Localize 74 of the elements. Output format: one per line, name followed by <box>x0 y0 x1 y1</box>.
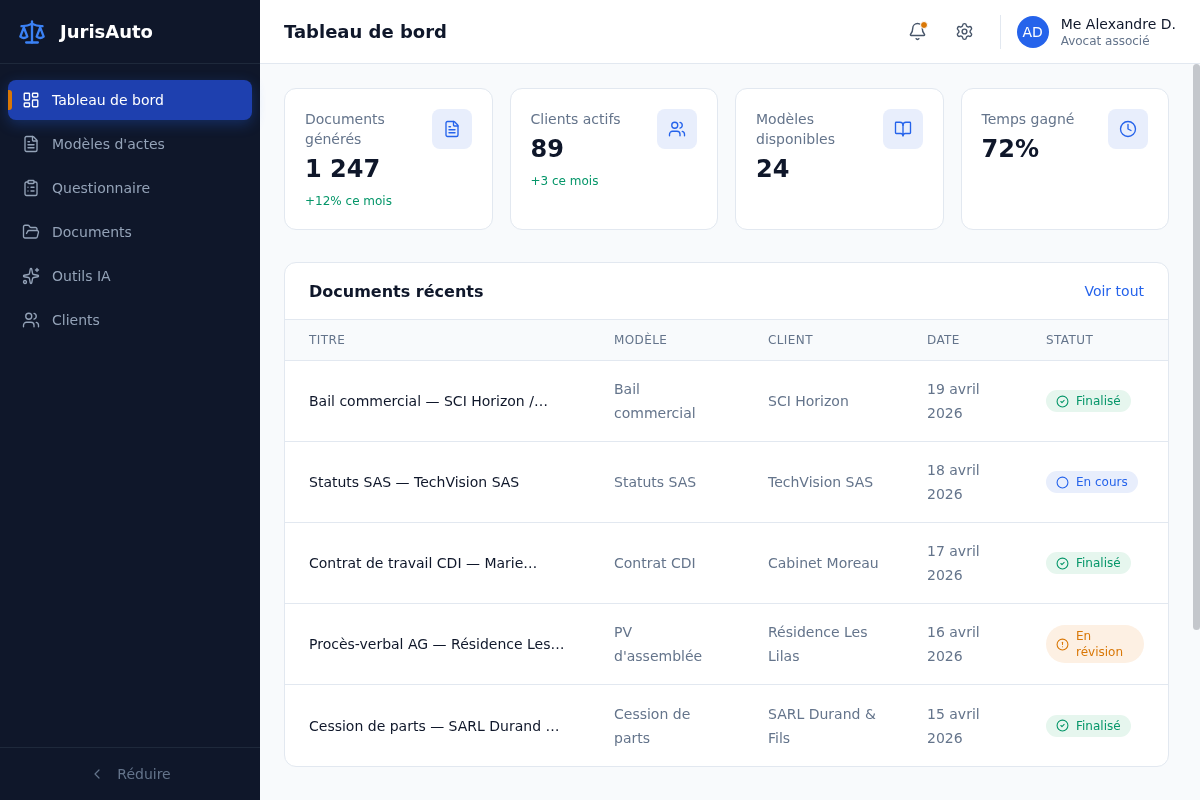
circle-icon <box>1056 475 1069 489</box>
status-badge: En cours <box>1046 471 1138 493</box>
check-circle-icon <box>1056 394 1069 408</box>
column-header: DATE <box>926 333 961 347</box>
book-icon <box>882 109 923 149</box>
clock-icon <box>1108 109 1148 149</box>
table-cell-text: 17 avril 2026 <box>926 542 981 585</box>
folder-icon <box>22 223 40 241</box>
nav-item[interactable]: Clients <box>8 300 252 340</box>
stat-label: Modèles disponibles <box>756 110 836 149</box>
view-all-link[interactable]: Voir tout <box>1084 283 1144 299</box>
table-cell-text: 18 avril 2026 <box>926 461 981 504</box>
table-cell-text: Procès-verbal AG — Résidence Les… <box>308 635 566 654</box>
bell-icon <box>908 22 928 41</box>
stat-change: +3 ce mois <box>530 173 600 189</box>
table-cell-text: Statuts SAS <box>613 473 698 492</box>
column-header: TITRE <box>308 333 347 347</box>
table-cell-text: Statuts SAS — TechVision SAS <box>308 473 521 492</box>
table-cell-text: Cession de parts <box>613 704 692 748</box>
table-cell-text: 16 avril 2026 <box>926 623 981 666</box>
settings-icon <box>955 22 975 41</box>
table-cell-text: SARL Durand & Fils <box>767 704 877 748</box>
active-indicator <box>8 90 12 110</box>
nav-item[interactable]: Tableau de bord <box>8 80 252 120</box>
nav-item[interactable]: Modèles d'actes <box>8 124 252 164</box>
document-icon <box>431 109 472 149</box>
stat-value: 24 <box>756 154 791 185</box>
stat-label: Documents générés <box>305 110 386 149</box>
stat-label: Clients actifs <box>530 110 621 129</box>
table-cell-text: Contrat CDI <box>613 554 697 573</box>
table-cell-text: Bail commercial <box>613 380 697 423</box>
table-cell-text: 19 avril 2026 <box>926 380 981 423</box>
check-circle-icon <box>1056 556 1069 570</box>
stat-label: Temps gagné <box>981 110 1075 129</box>
column-header: MODÈLE <box>613 333 669 347</box>
clipboard-icon <box>22 179 40 197</box>
stat-value: 89 <box>530 134 565 165</box>
document-icon <box>22 135 40 153</box>
status-badge: En révision <box>1046 625 1144 663</box>
stat-value: 1 247 <box>305 154 382 185</box>
panel-title: Documents récents <box>309 281 484 301</box>
table-cell-text: 15 avril 2026 <box>926 704 981 748</box>
user-avatar[interactable]: AD <box>1016 15 1049 48</box>
nav-item[interactable]: Documents <box>8 212 252 252</box>
stat-value: 72% <box>981 134 1040 165</box>
scales-icon <box>18 17 46 46</box>
sparkles-icon <box>22 267 40 285</box>
users-icon <box>22 311 40 329</box>
page-title: Tableau de bord <box>284 21 447 42</box>
alert-circle-icon <box>1056 637 1069 651</box>
scrollbar-thumb[interactable] <box>1193 64 1200 630</box>
table-cell-text: Contrat de travail CDI — Marie… <box>308 554 539 573</box>
user-role: Avocat associé <box>1060 32 1151 49</box>
collapse-button[interactable]: Réduire <box>81 762 179 786</box>
column-header: CLIENT <box>767 333 814 347</box>
status-badge: Finalisé <box>1046 714 1131 737</box>
status-badge: Finalisé <box>1046 390 1131 412</box>
nav-item[interactable]: Questionnaire <box>8 168 252 208</box>
table-cell-text: Bail commercial — SCI Horizon /… <box>308 392 549 411</box>
table-cell-text: Cession de parts — SARL Durand … <box>308 716 561 736</box>
brand-name: JurisAuto <box>60 21 153 42</box>
table-cell-text: TechVision SAS <box>767 473 875 492</box>
user-name: Me Alexandre D. <box>1060 14 1176 33</box>
table-cell-text: PV d'assemblée <box>613 623 704 666</box>
check-circle-icon <box>1056 719 1069 732</box>
dashboard-icon <box>22 91 40 109</box>
table-cell-text: Résidence Les Lilas <box>767 623 869 666</box>
table-cell-text: SCI Horizon <box>767 392 850 411</box>
column-header: STATUT <box>1045 333 1095 347</box>
users-icon <box>657 109 697 149</box>
stat-change: +12% ce mois <box>305 193 393 209</box>
status-badge: Finalisé <box>1046 552 1131 574</box>
nav-item[interactable]: Outils IA <box>8 256 252 296</box>
table-cell-text: Cabinet Moreau <box>767 554 880 573</box>
